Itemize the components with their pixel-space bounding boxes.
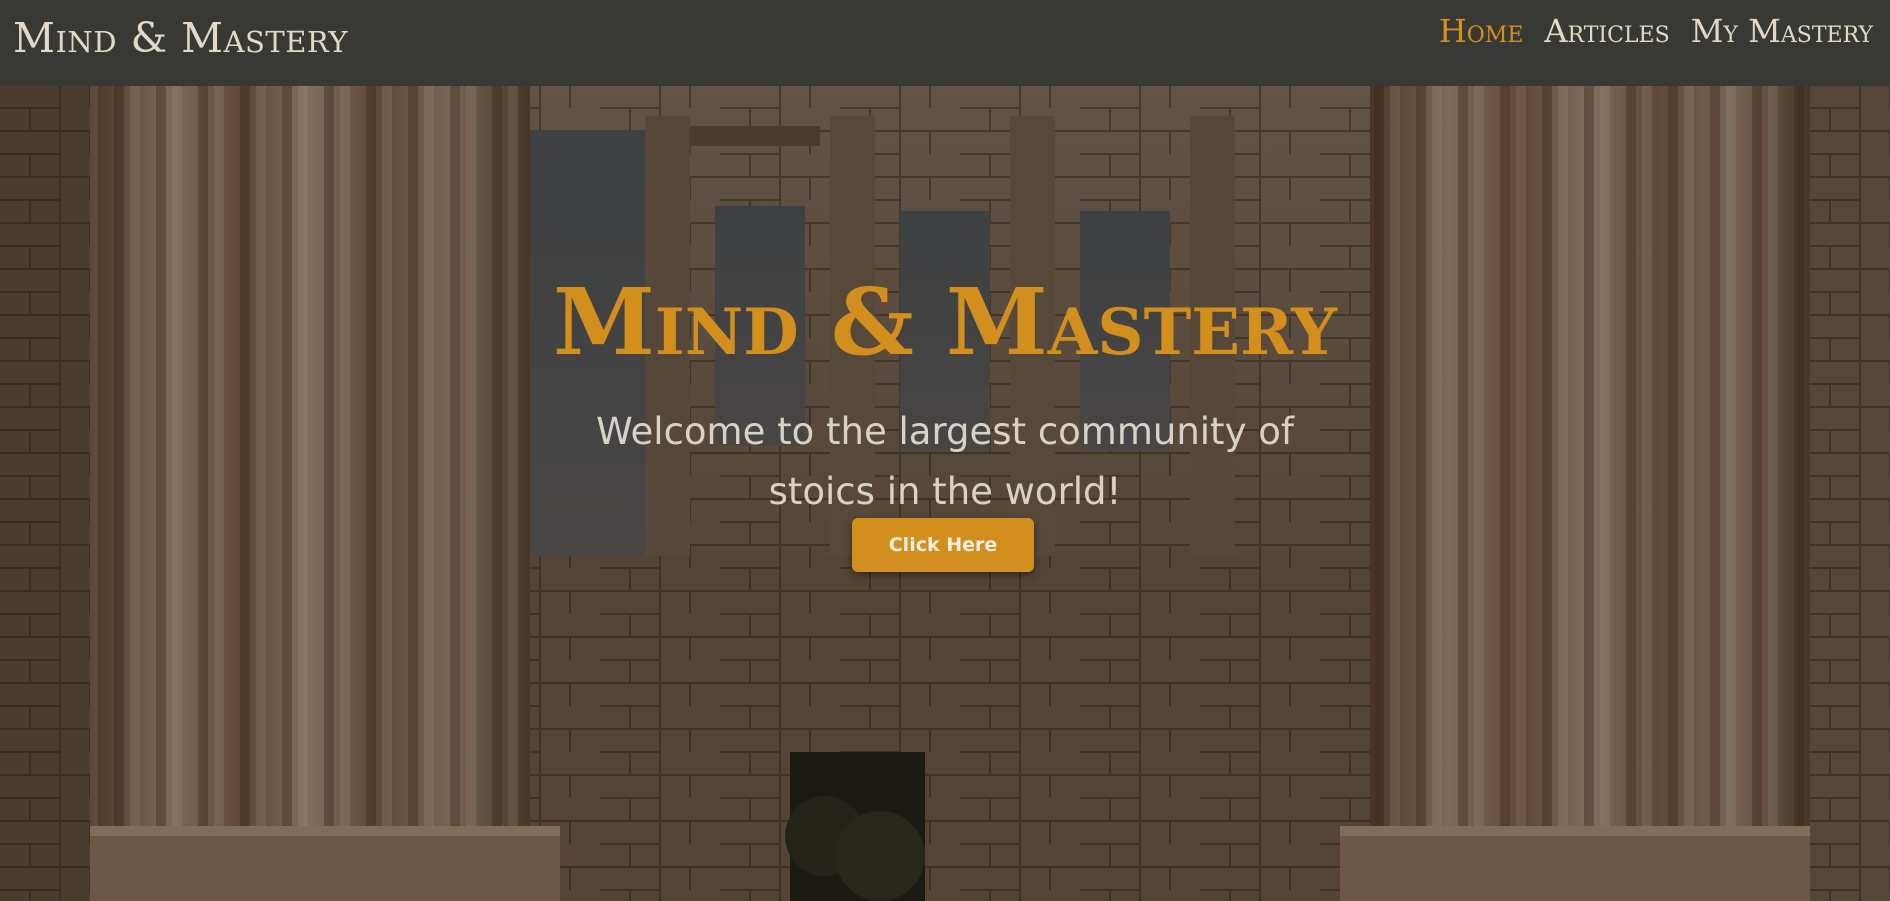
nav-link-home[interactable]: Home xyxy=(1439,12,1524,50)
nav-link-my-mastery[interactable]: My Mastery xyxy=(1691,12,1873,50)
brand-logo[interactable]: Mind & Mastery xyxy=(13,14,348,62)
hero-section: Mind & Mastery Welcome to the largest co… xyxy=(0,86,1890,901)
click-here-button[interactable]: Click Here xyxy=(852,518,1034,572)
page: Mind & Mastery Home Articles My Mastery xyxy=(0,0,1890,901)
nav-link-articles[interactable]: Articles xyxy=(1544,12,1669,50)
top-navbar: Mind & Mastery Home Articles My Mastery xyxy=(0,0,1890,86)
hero-title: Mind & Mastery xyxy=(553,268,1337,376)
main-nav: Home Articles My Mastery xyxy=(1439,12,1873,50)
hero-subtitle: Welcome to the largest community of stoi… xyxy=(596,410,1294,513)
